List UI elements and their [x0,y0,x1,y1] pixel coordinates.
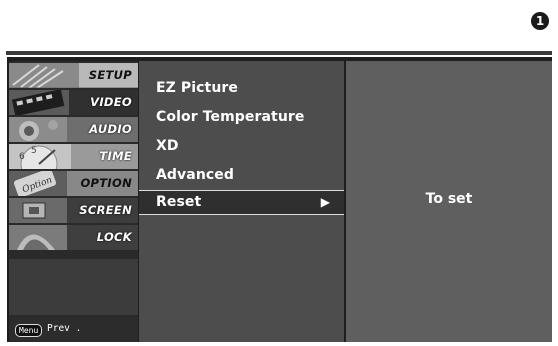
submenu-item-label: Advanced [156,167,235,183]
step-number-badge: 1 [531,12,549,30]
svg-text:6: 6 [19,152,25,162]
prev-label: Prev . [47,323,82,334]
sidebar-blank-area [9,259,138,315]
sidebar-item-label: TIME [99,149,132,163]
submenu-item-advanced[interactable]: Advanced [139,163,344,188]
menu-key-icon: Menu [15,324,43,337]
sidebar-item-label: AUDIO [89,122,132,136]
info-panel: To set [346,61,552,342]
sidebar-item-label: VIDEO [90,95,132,109]
submenu-item-color-temperature[interactable]: Color Temperature [139,105,344,130]
osd-menu-window: SETUP VIDEO AUDIO 6 5 TIME Option OPTION… [7,57,552,342]
sidebar-item-lock[interactable]: LOCK [9,225,138,250]
main-menu-sidebar: SETUP VIDEO AUDIO 6 5 TIME Option OPTION… [9,61,138,342]
header-rule [6,51,552,55]
submenu-item-ez-picture[interactable]: EZ Picture [139,76,344,101]
submenu-item-reset[interactable]: Reset ▶ [139,190,344,215]
sidebar-item-label: SETUP [88,68,132,82]
prev-hint: Menu Prev . [9,317,138,342]
play-arrow-icon: ▶ [320,195,330,209]
sidebar-item-label: OPTION [80,176,132,190]
sidebar-item-time[interactable]: 6 5 TIME [9,144,138,169]
sidebar-item-label: SCREEN [79,203,132,217]
sidebar-item-option[interactable]: Option OPTION [9,171,138,196]
submenu-item-xd[interactable]: XD [139,134,344,159]
sidebar-item-label: LOCK [96,230,132,244]
sidebar-item-audio[interactable]: AUDIO [9,117,138,142]
video-submenu: EZ Picture Color Temperature XD Advanced… [139,61,344,342]
info-panel-text: To set [425,191,473,207]
sidebar-item-video[interactable]: VIDEO [9,90,138,115]
submenu-item-label: Reset [156,194,202,210]
svg-text:5: 5 [31,146,37,156]
sidebar-item-screen[interactable]: SCREEN [9,198,138,223]
sidebar-item-setup[interactable]: SETUP [9,63,138,88]
submenu-item-label: XD [156,138,179,154]
submenu-item-label: Color Temperature [156,109,305,125]
submenu-item-label: EZ Picture [156,80,239,96]
